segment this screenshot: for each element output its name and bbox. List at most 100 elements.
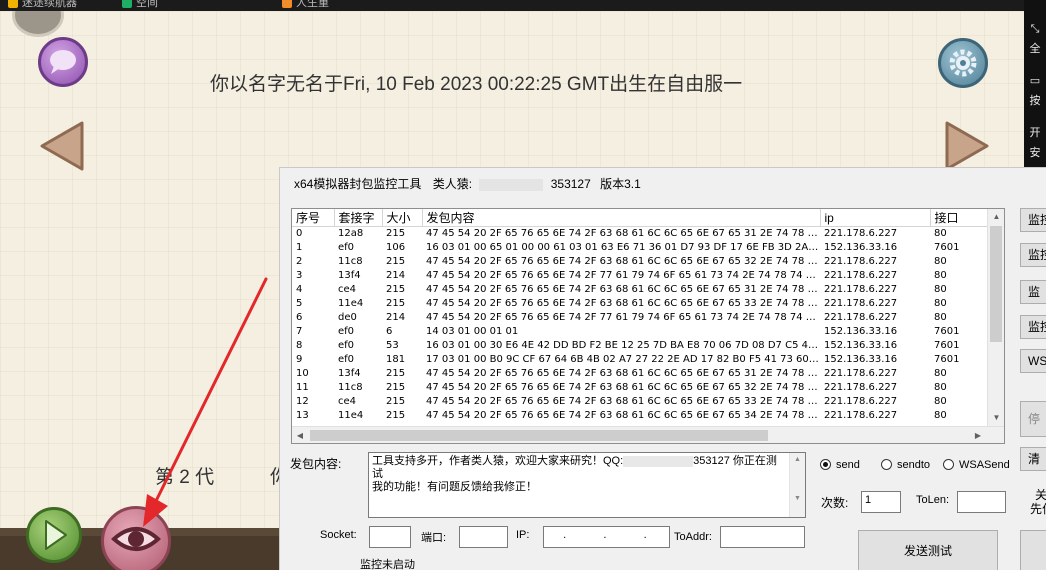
left-arrow-icon[interactable] <box>38 119 86 173</box>
table-cell: 214 <box>386 312 406 323</box>
table-cell: 152.136.33.16 <box>824 326 898 337</box>
view-button[interactable] <box>101 506 171 570</box>
fullscreen-icon[interactable]: ⤡ <box>1024 22 1046 36</box>
vertical-scrollbar[interactable]: ▲ ▼ <box>987 209 1004 426</box>
table-cell: ef0 <box>338 340 355 351</box>
table-row[interactable]: 1 ef0 106 16 03 01 00 65 01 00 00 61 03 01 … <box>292 241 988 255</box>
table-cell: 7601 <box>934 242 960 253</box>
side-bottom-button[interactable] <box>1020 530 1046 570</box>
wsa-button[interactable]: WSA <box>1020 349 1046 373</box>
packet-table[interactable]: 序号 套接字 大小 发包内容 ip 接口 0 12a8 215 47 45 54 20… <box>291 208 1005 444</box>
table-row[interactable]: 13 11e4 215 47 45 54 20 2F 65 76 65 6E 74 2… <box>292 409 988 423</box>
send-test-button[interactable]: 发送测试 <box>858 530 998 570</box>
table-cell: 16 03 01 00 30 E6 4E 42 DD BD F2 BE 12 2… <box>426 340 820 351</box>
table-cell: 221.178.6.227 <box>824 368 898 379</box>
scroll-up-icon[interactable]: ▲ <box>988 209 1004 225</box>
table-cell: 11e4 <box>338 298 364 309</box>
table-cell: 221.178.6.227 <box>824 298 898 309</box>
table-cell: de0 <box>338 312 357 323</box>
table-cell: 152.136.33.16 <box>824 242 898 253</box>
column-header[interactable]: ip <box>820 209 931 227</box>
table-row[interactable]: 6 de0 214 47 45 54 20 2F 65 76 65 6E 74 2F … <box>292 311 988 325</box>
radio-icon <box>943 459 954 470</box>
monitor-status: 监控未启动 <box>360 559 415 570</box>
radio-selected-icon <box>820 459 831 470</box>
content-scrollbar[interactable]: ▲ ▼ <box>789 453 805 517</box>
table-row[interactable]: 8 ef0 53 16 03 01 00 30 E6 4E 42 DD BD F2 B… <box>292 339 988 353</box>
settings-button[interactable] <box>938 38 988 88</box>
table-row[interactable]: 7 ef0 6 14 03 01 00 01 01 152.136.33.16 7601 <box>292 325 988 339</box>
scroll-left-icon[interactable]: ◀ <box>292 427 308 443</box>
sidebar-item-keys[interactable]: 按 <box>1024 92 1046 108</box>
table-cell: 4 <box>296 284 303 295</box>
stop-button[interactable]: 停 <box>1020 401 1046 437</box>
radio-icon <box>881 459 892 470</box>
game-headline: 你以名字无名于Fri, 10 Feb 2023 00:22:25 GMT出生在自… <box>210 74 743 95</box>
browser-tab-strip: 迷途续航器 空间 人生重 <box>0 0 1024 11</box>
table-cell: 80 <box>934 410 947 421</box>
play-button[interactable] <box>26 507 82 563</box>
clear-button[interactable]: 清 <box>1020 447 1046 471</box>
chat-bubble-icon <box>50 50 76 74</box>
column-header[interactable]: 套接字 <box>334 209 383 227</box>
scroll-right-icon[interactable]: ▶ <box>970 427 986 443</box>
table-row[interactable]: 3 13f4 214 47 45 54 20 2F 65 76 65 6E 74 2F… <box>292 269 988 283</box>
radio-send[interactable]: send <box>820 459 860 471</box>
table-cell: 47 45 54 20 2F 65 76 65 6E 74 2F 63 68 6… <box>426 284 820 295</box>
table-row[interactable]: 5 11e4 215 47 45 54 20 2F 65 76 65 6E 74 2F… <box>292 297 988 311</box>
keyboard-icon[interactable]: ▭ <box>1024 74 1046 87</box>
table-cell: 7601 <box>934 340 960 351</box>
browser-tab[interactable]: 空间 <box>122 0 158 10</box>
table-cell: 47 45 54 20 2F 65 76 65 6E 74 2F 63 68 6… <box>426 368 820 379</box>
monitor-button-2[interactable]: 监控 <box>1020 243 1046 267</box>
right-arrow-icon[interactable] <box>943 119 991 173</box>
table-cell: 80 <box>934 298 947 309</box>
port-input[interactable] <box>459 526 508 548</box>
column-header[interactable]: 大小 <box>382 209 423 227</box>
scroll-down-icon[interactable]: ▼ <box>988 410 1004 426</box>
table-cell: 221.178.6.227 <box>824 410 898 421</box>
count-input[interactable]: 1 <box>861 491 901 513</box>
table-cell: 80 <box>934 284 947 295</box>
table-row[interactable]: 9 ef0 181 17 03 01 00 B0 9C CF 67 64 6B 4B … <box>292 353 988 367</box>
radio-wsasend[interactable]: WSASend <box>943 459 1010 471</box>
ip-input[interactable]: . . . <box>543 526 670 548</box>
start-monitor-button[interactable]: 监控 <box>1020 208 1046 232</box>
table-cell: 16 03 01 00 65 01 00 00 61 03 01 63 E6 7… <box>426 242 820 253</box>
table-cell: 215 <box>386 410 406 421</box>
table-cell: 215 <box>386 228 406 239</box>
sidebar-item-install[interactable]: 安 <box>1024 144 1046 160</box>
table-cell: 215 <box>386 382 406 393</box>
browser-tab[interactable]: 人生重 <box>282 0 329 10</box>
table-row[interactable]: 2 11c8 215 47 45 54 20 2F 65 76 65 6E 74 2F… <box>292 255 988 269</box>
socket-label: Socket: <box>320 529 357 541</box>
column-header[interactable]: 序号 <box>292 209 335 227</box>
sidebar-item-open[interactable]: 开 <box>1024 124 1046 140</box>
table-row[interactable]: 12 ce4 215 47 45 54 20 2F 65 76 65 6E 74 2F… <box>292 395 988 409</box>
sidebar-item-full[interactable]: 全 <box>1024 40 1046 56</box>
packet-content-textarea[interactable]: 工具支持多开，作者类人猿，欢迎大家来研究！QQ: 353127 你正在测试 我的功… <box>368 452 806 518</box>
table-cell: 214 <box>386 270 406 281</box>
monitor-button-3[interactable]: 监 <box>1020 280 1046 304</box>
table-cell: ef0 <box>338 354 355 365</box>
tolen-input[interactable] <box>957 491 1006 513</box>
radio-sendto[interactable]: sendto <box>881 459 930 471</box>
horizontal-scrollbar[interactable]: ◀ ▶ <box>292 426 1004 443</box>
socket-input[interactable] <box>369 526 411 548</box>
table-row[interactable]: 10 13f4 215 47 45 54 20 2F 65 76 65 6E 74 2… <box>292 367 988 381</box>
monitor-button-4[interactable]: 监控 <box>1020 315 1046 339</box>
table-row[interactable]: 11 11c8 215 47 45 54 20 2F 65 76 65 6E 74 2… <box>292 381 988 395</box>
table-cell: 13 <box>296 410 309 421</box>
table-row[interactable]: 0 12a8 215 47 45 54 20 2F 65 76 65 6E 74 2F… <box>292 227 988 242</box>
table-row[interactable]: 4 ce4 215 47 45 54 20 2F 65 76 65 6E 74 2F … <box>292 283 988 297</box>
table-cell: 221.178.6.227 <box>824 270 898 281</box>
column-header[interactable]: 发包内容 <box>422 209 821 227</box>
table-cell: 17 03 01 00 B0 9C CF 67 64 6B 4B 02 A7 2… <box>426 354 820 365</box>
chat-button[interactable] <box>38 37 88 87</box>
table-cell: 47 45 54 20 2F 65 76 65 6E 74 2F 63 68 6… <box>426 228 820 239</box>
table-cell: 221.178.6.227 <box>824 228 898 239</box>
column-header[interactable]: 接口 <box>930 209 989 227</box>
table-cell: ef0 <box>338 242 355 253</box>
browser-tab[interactable]: 迷途续航器 <box>8 0 77 10</box>
toaddr-input[interactable] <box>720 526 805 548</box>
